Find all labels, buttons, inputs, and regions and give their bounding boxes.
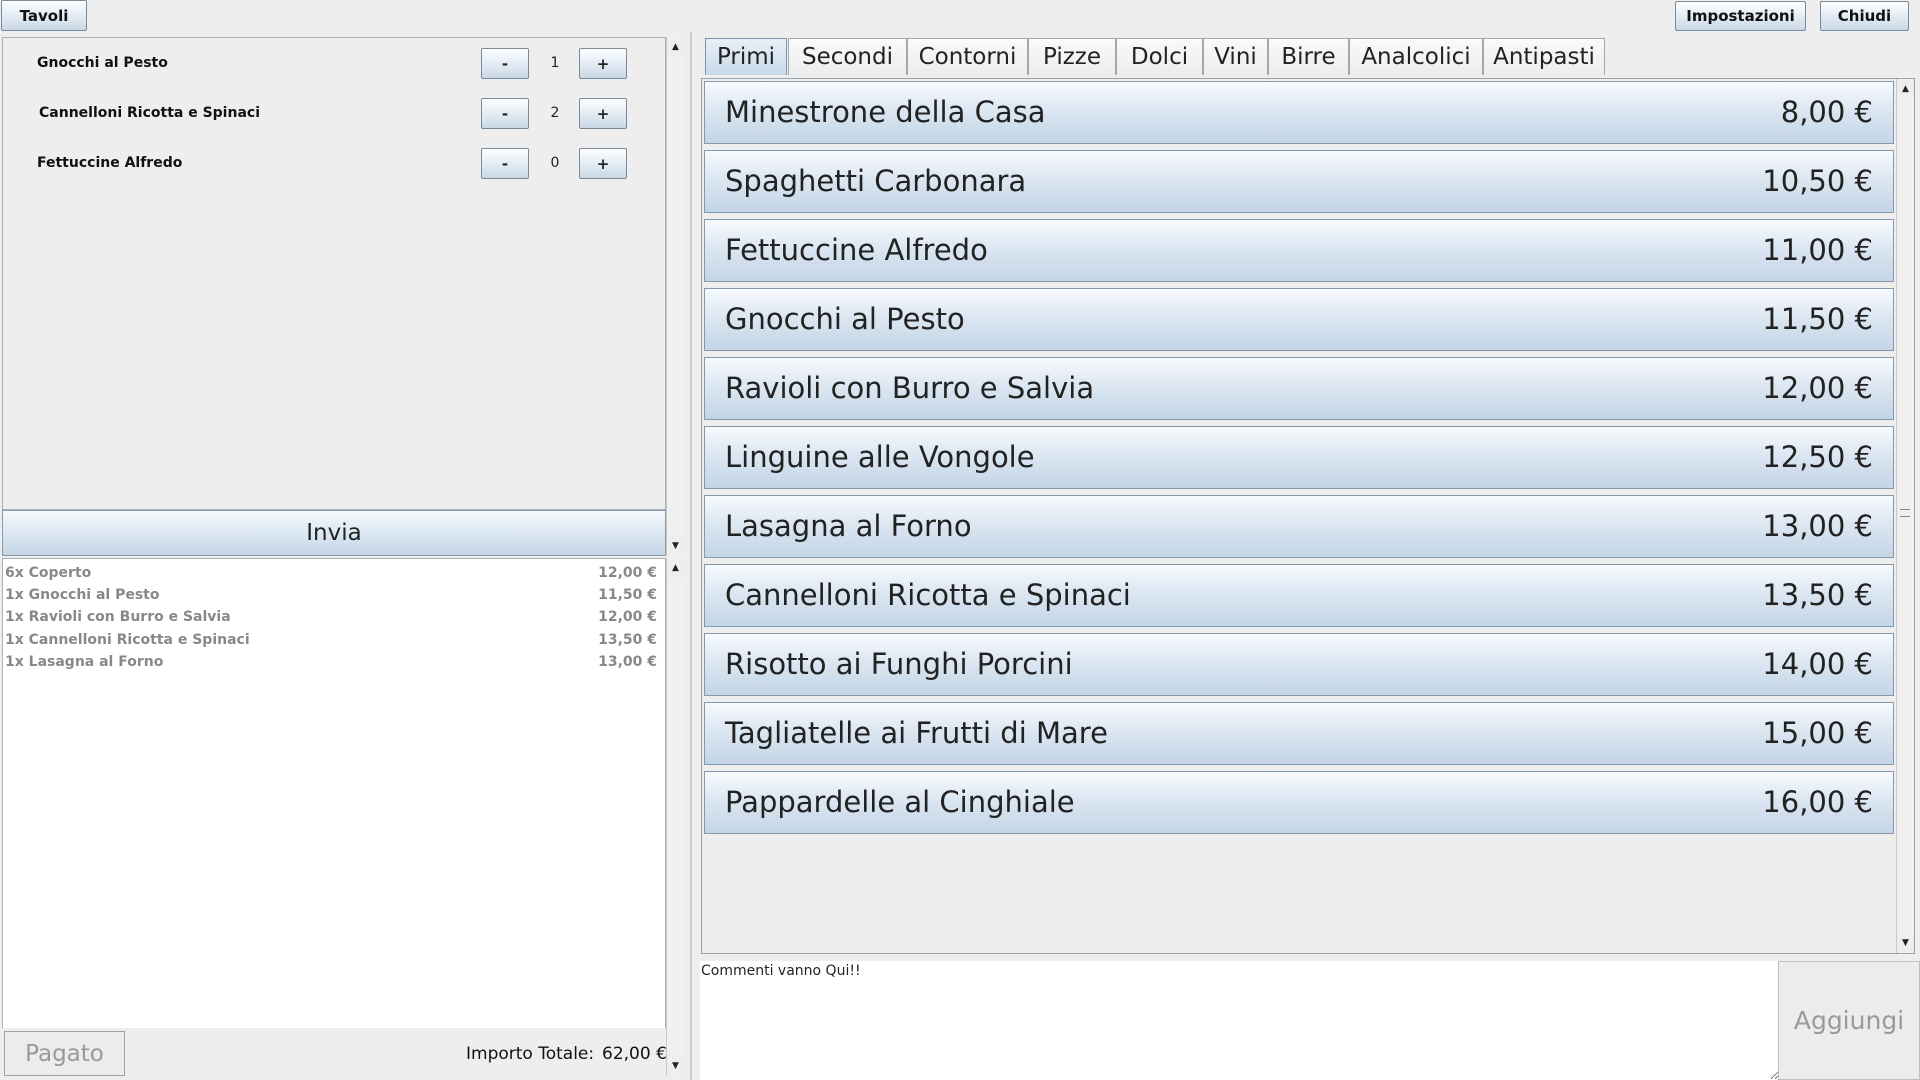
summary-scrollbar[interactable]: ▲ ▼ [666, 558, 684, 1076]
arrow-down-icon[interactable]: ▼ [1897, 934, 1914, 952]
menu-item-name: Pappardelle al Cinghiale [725, 785, 1075, 819]
tab-antipasti[interactable]: Antipasti [1483, 38, 1605, 75]
summary-line-desc: 1x Cannelloni Ricotta e Spinaci [5, 632, 250, 648]
summary-line-price: 12,00 € [598, 609, 657, 625]
chiudi-button[interactable]: Chiudi [1820, 1, 1909, 31]
tab-dolci[interactable]: Dolci [1116, 38, 1203, 75]
increase-qty-button[interactable]: + [579, 98, 627, 129]
summary-line: 1x Gnocchi al Pesto 11,50 € [5, 587, 657, 609]
summary-line: 1x Lasagna al Forno 13,00 € [5, 654, 657, 676]
decrease-qty-button[interactable]: - [481, 98, 529, 129]
arrow-up-icon[interactable]: ▲ [667, 38, 684, 56]
summary-line-price: 13,50 € [598, 632, 657, 648]
tab-secondi[interactable]: Secondi [788, 38, 907, 75]
tab-analcolici[interactable]: Analcolici [1349, 38, 1483, 75]
menu-item-name: Lasagna al Forno [725, 509, 972, 543]
menu-item-button[interactable]: Cannelloni Ricotta e Spinaci 13,50 € [704, 564, 1894, 627]
compose-scrollbar[interactable]: ▲ ▼ [666, 37, 684, 556]
summary-line-price: 12,00 € [598, 565, 657, 581]
summary-line: 1x Ravioli con Burro e Salvia 12,00 € [5, 609, 657, 631]
aggiungi-button[interactable]: Aggiungi [1778, 961, 1920, 1080]
summary-line-desc: 1x Lasagna al Forno [5, 654, 164, 670]
tab-birre[interactable]: Birre [1268, 38, 1349, 75]
compose-item-name: Cannelloni Ricotta e Spinaci [39, 105, 260, 121]
split-divider[interactable] [690, 32, 692, 1080]
menu-item-button[interactable]: Spaghetti Carbonara 10,50 € [704, 150, 1894, 213]
tab-vini[interactable]: Vini [1203, 38, 1268, 75]
invia-button[interactable]: Invia [2, 510, 666, 556]
total-label: Importo Totale: [466, 1044, 595, 1064]
menu-item-name: Risotto ai Funghi Porcini [725, 647, 1073, 681]
impostazioni-button[interactable]: Impostazioni [1675, 1, 1806, 31]
menu-item-price: 13,00 € [1762, 509, 1873, 543]
arrow-up-icon[interactable]: ▲ [667, 559, 684, 577]
decrease-qty-button[interactable]: - [481, 48, 529, 79]
compose-row: Cannelloni Ricotta e Spinaci - 2 + [3, 96, 667, 130]
menu-item-price: 11,00 € [1762, 233, 1873, 267]
order-compose-panel: Gnocchi al Pesto - 1 + Cannelloni Ricott… [2, 37, 666, 510]
comment-field[interactable]: Commenti vanno Qui!! [700, 961, 1779, 1080]
increase-qty-button[interactable]: + [579, 148, 627, 179]
menu-item-button[interactable]: Gnocchi al Pesto 11,50 € [704, 288, 1894, 351]
menu-item-price: 12,50 € [1762, 440, 1873, 474]
summary-line: 1x Cannelloni Ricotta e Spinaci 13,50 € [5, 632, 657, 654]
summary-line-desc: 1x Gnocchi al Pesto [5, 587, 160, 603]
menu-item-name: Spaghetti Carbonara [725, 164, 1027, 198]
scroll-thumb-grip[interactable] [1900, 509, 1910, 517]
compose-item-qty: 0 [550, 155, 560, 171]
tab-pizze[interactable]: Pizze [1028, 38, 1116, 75]
menu-item-button[interactable]: Risotto ai Funghi Porcini 14,00 € [704, 633, 1894, 696]
summary-line-desc: 1x Ravioli con Burro e Salvia [5, 609, 231, 625]
menu-item-name: Fettuccine Alfredo [725, 233, 988, 267]
summary-line-desc: 6x Coperto [5, 565, 92, 581]
menu-item-button[interactable]: Pappardelle al Cinghiale 16,00 € [704, 771, 1894, 834]
increase-qty-button[interactable]: + [579, 48, 627, 79]
compose-row: Fettuccine Alfredo - 0 + [3, 146, 667, 180]
menu-item-button[interactable]: Tagliatelle ai Frutti di Mare 15,00 € [704, 702, 1894, 765]
pagato-button[interactable]: Pagato [4, 1031, 125, 1076]
tavoli-button[interactable]: Tavoli [1, 0, 87, 31]
menu-scrollbar[interactable]: ▲ ▼ [1896, 79, 1914, 953]
menu-item-price: 15,00 € [1762, 716, 1873, 750]
menu-item-price: 10,50 € [1762, 164, 1873, 198]
compose-item-qty: 1 [550, 55, 560, 71]
menu-item-button[interactable]: Lasagna al Forno 13,00 € [704, 495, 1894, 558]
order-summary-list: 6x Coperto 12,00 € 1x Gnocchi al Pesto 1… [2, 558, 666, 1080]
compose-item-name: Fettuccine Alfredo [37, 155, 183, 171]
total-value: 62,00 € [602, 1044, 667, 1064]
compose-row: Gnocchi al Pesto - 1 + [3, 46, 667, 80]
menu-item-name: Gnocchi al Pesto [725, 302, 965, 336]
compose-item-qty: 2 [550, 105, 560, 121]
arrow-down-icon[interactable]: ▼ [667, 537, 684, 555]
menu-item-button[interactable]: Ravioli con Burro e Salvia 12,00 € [704, 357, 1894, 420]
tab-contorni[interactable]: Contorni [907, 38, 1028, 75]
menu-item-price: 12,00 € [1762, 371, 1873, 405]
menu-item-name: Minestrone della Casa [725, 95, 1046, 129]
menu-item-button[interactable]: Minestrone della Casa 8,00 € [704, 81, 1894, 144]
decrease-qty-button[interactable]: - [481, 148, 529, 179]
menu-item-price: 13,50 € [1762, 578, 1873, 612]
summary-line: 6x Coperto 12,00 € [5, 565, 657, 587]
compose-item-name: Gnocchi al Pesto [37, 55, 168, 71]
arrow-up-icon[interactable]: ▲ [1897, 80, 1914, 98]
summary-line-price: 13,00 € [598, 654, 657, 670]
menu-item-price: 8,00 € [1780, 95, 1873, 129]
summary-line-price: 11,50 € [598, 587, 657, 603]
menu-item-price: 11,50 € [1762, 302, 1873, 336]
arrow-down-icon[interactable]: ▼ [667, 1057, 684, 1075]
menu-item-name: Tagliatelle ai Frutti di Mare [725, 716, 1108, 750]
menu-item-price: 14,00 € [1762, 647, 1873, 681]
menu-item-name: Cannelloni Ricotta e Spinaci [725, 578, 1131, 612]
menu-item-name: Linguine alle Vongole [725, 440, 1035, 474]
menu-item-button[interactable]: Fettuccine Alfredo 11,00 € [704, 219, 1894, 282]
tab-primi[interactable]: Primi [705, 38, 787, 75]
menu-item-name: Ravioli con Burro e Salvia [725, 371, 1095, 405]
menu-item-price: 16,00 € [1762, 785, 1873, 819]
menu-item-button[interactable]: Linguine alle Vongole 12,50 € [704, 426, 1894, 489]
